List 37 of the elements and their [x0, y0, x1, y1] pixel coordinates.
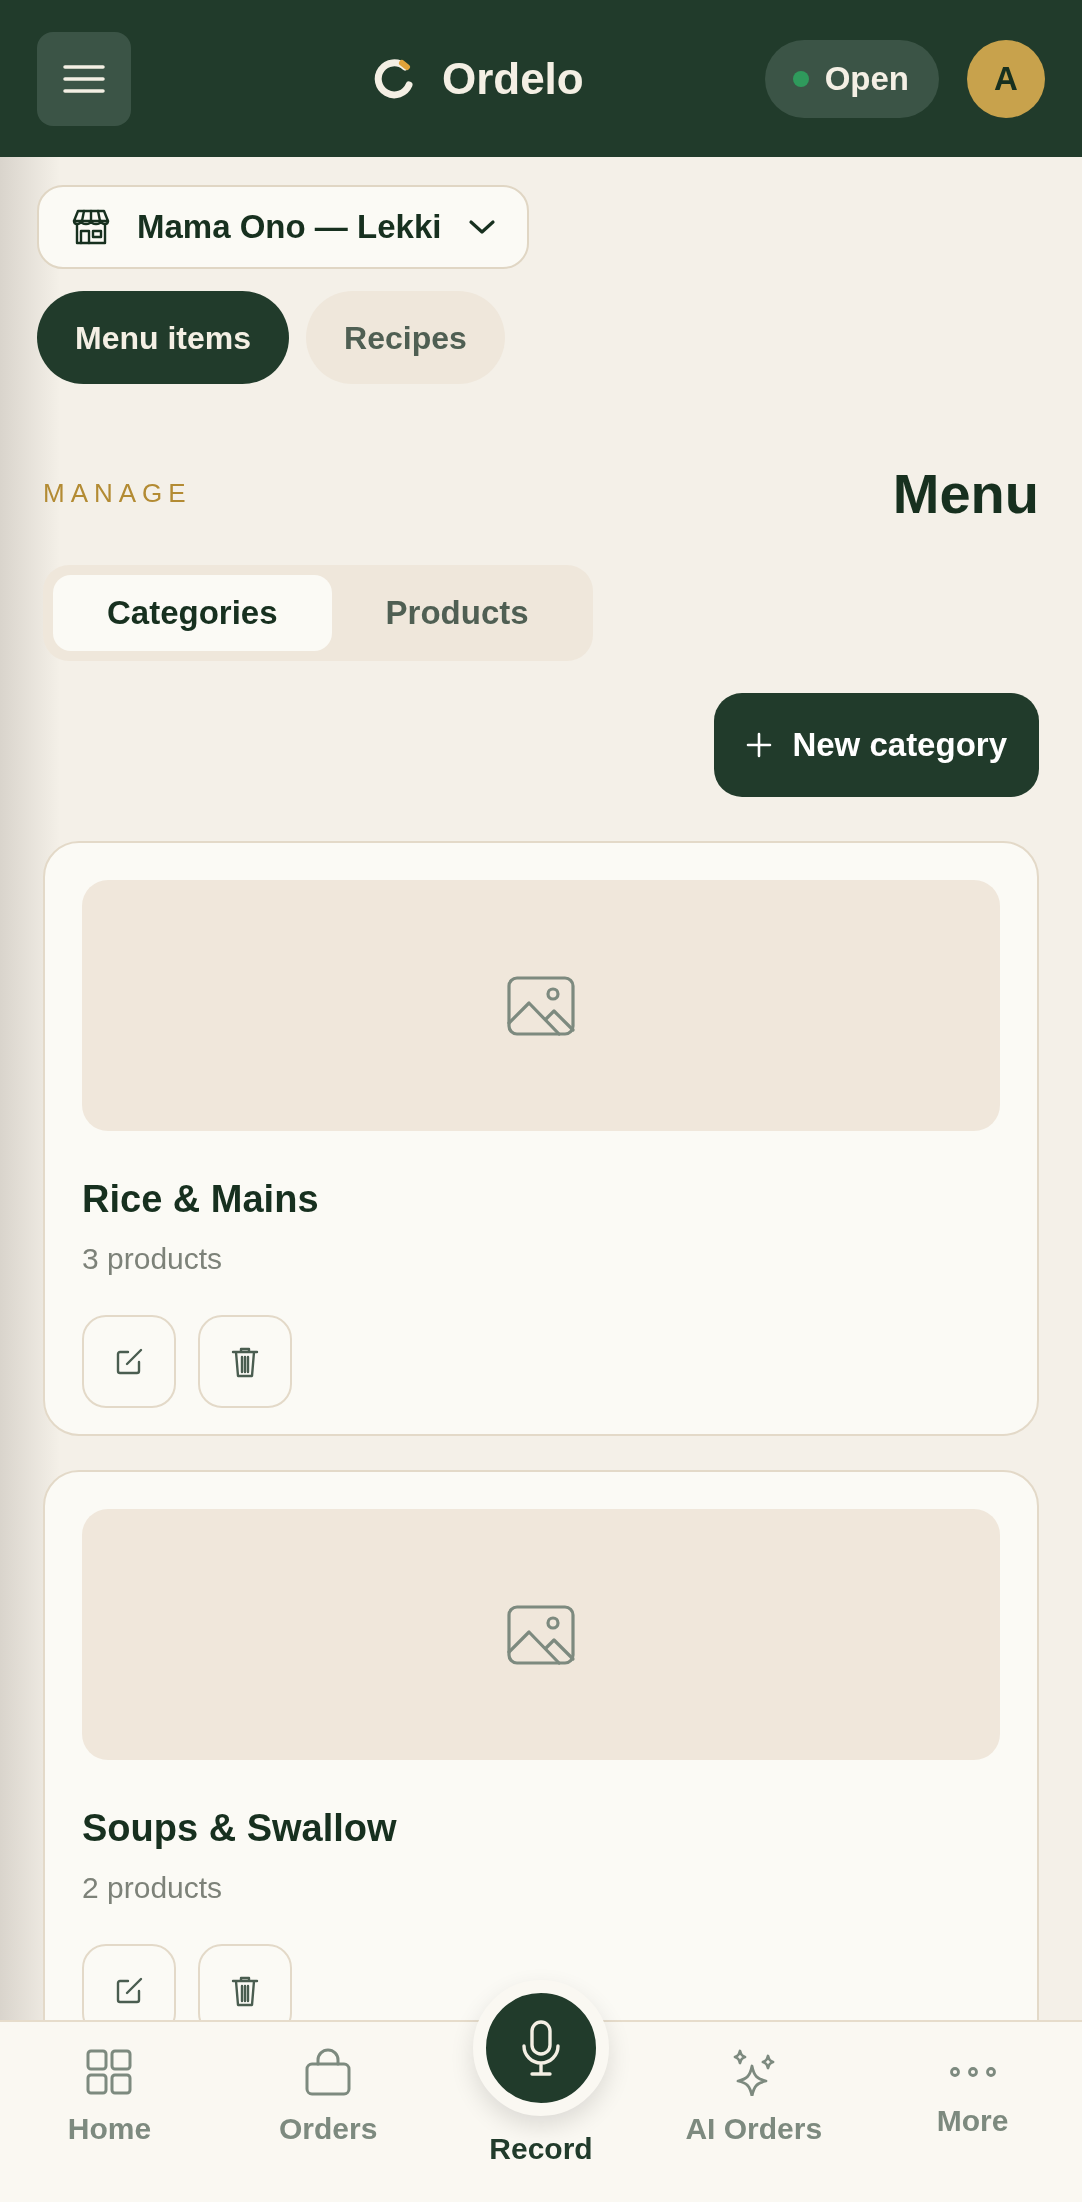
plus-icon [746, 732, 773, 759]
trash-icon [231, 1345, 259, 1378]
image-icon [506, 974, 576, 1037]
category-name: Rice & Mains [82, 1177, 320, 1223]
nav-item[interactable]: Orders [218, 2022, 438, 2202]
delete-button[interactable] [198, 1315, 292, 1409]
status-toggle[interactable]: Open [764, 39, 939, 118]
image-icon [506, 1603, 576, 1666]
store-icon [71, 207, 111, 247]
nav-label: Record [489, 2131, 593, 2167]
nav-item[interactable]: Home [0, 2022, 219, 2202]
bag-icon [304, 2048, 353, 2096]
menu-button[interactable] [37, 31, 131, 126]
product-count: 3 products [82, 1241, 224, 1278]
section-tab[interactable]: Recipes [306, 291, 505, 384]
edit-button[interactable] [82, 1944, 176, 2020]
section-tab[interactable]: Menu items [37, 291, 290, 384]
delete-button[interactable] [198, 1944, 292, 2020]
view-tab[interactable]: Products [331, 575, 583, 652]
menu-icon [62, 62, 106, 95]
microphone-icon [519, 2019, 563, 2077]
product-count: 2 products [82, 1870, 224, 1907]
nav-item[interactable]: More [863, 2022, 1082, 2202]
more-icon [948, 2066, 997, 2078]
category-name: Soups & Swallow [82, 1806, 398, 1852]
store-selector[interactable]: Mama Ono — Lekki [37, 185, 530, 269]
trash-icon [231, 1974, 259, 2007]
grid-icon [85, 2048, 134, 2096]
brand-name: Ordelo [441, 52, 584, 105]
edit-icon [114, 1346, 144, 1377]
page-title: Menu [892, 461, 1039, 527]
new-category-button[interactable]: New category [714, 693, 1039, 798]
nav-item[interactable]: AI Orders [644, 2022, 864, 2202]
edit-icon [114, 1975, 144, 2006]
section-eyebrow: MANAGE [43, 477, 192, 511]
avatar[interactable]: A [967, 39, 1045, 118]
view-tab[interactable]: Categories [53, 575, 332, 652]
